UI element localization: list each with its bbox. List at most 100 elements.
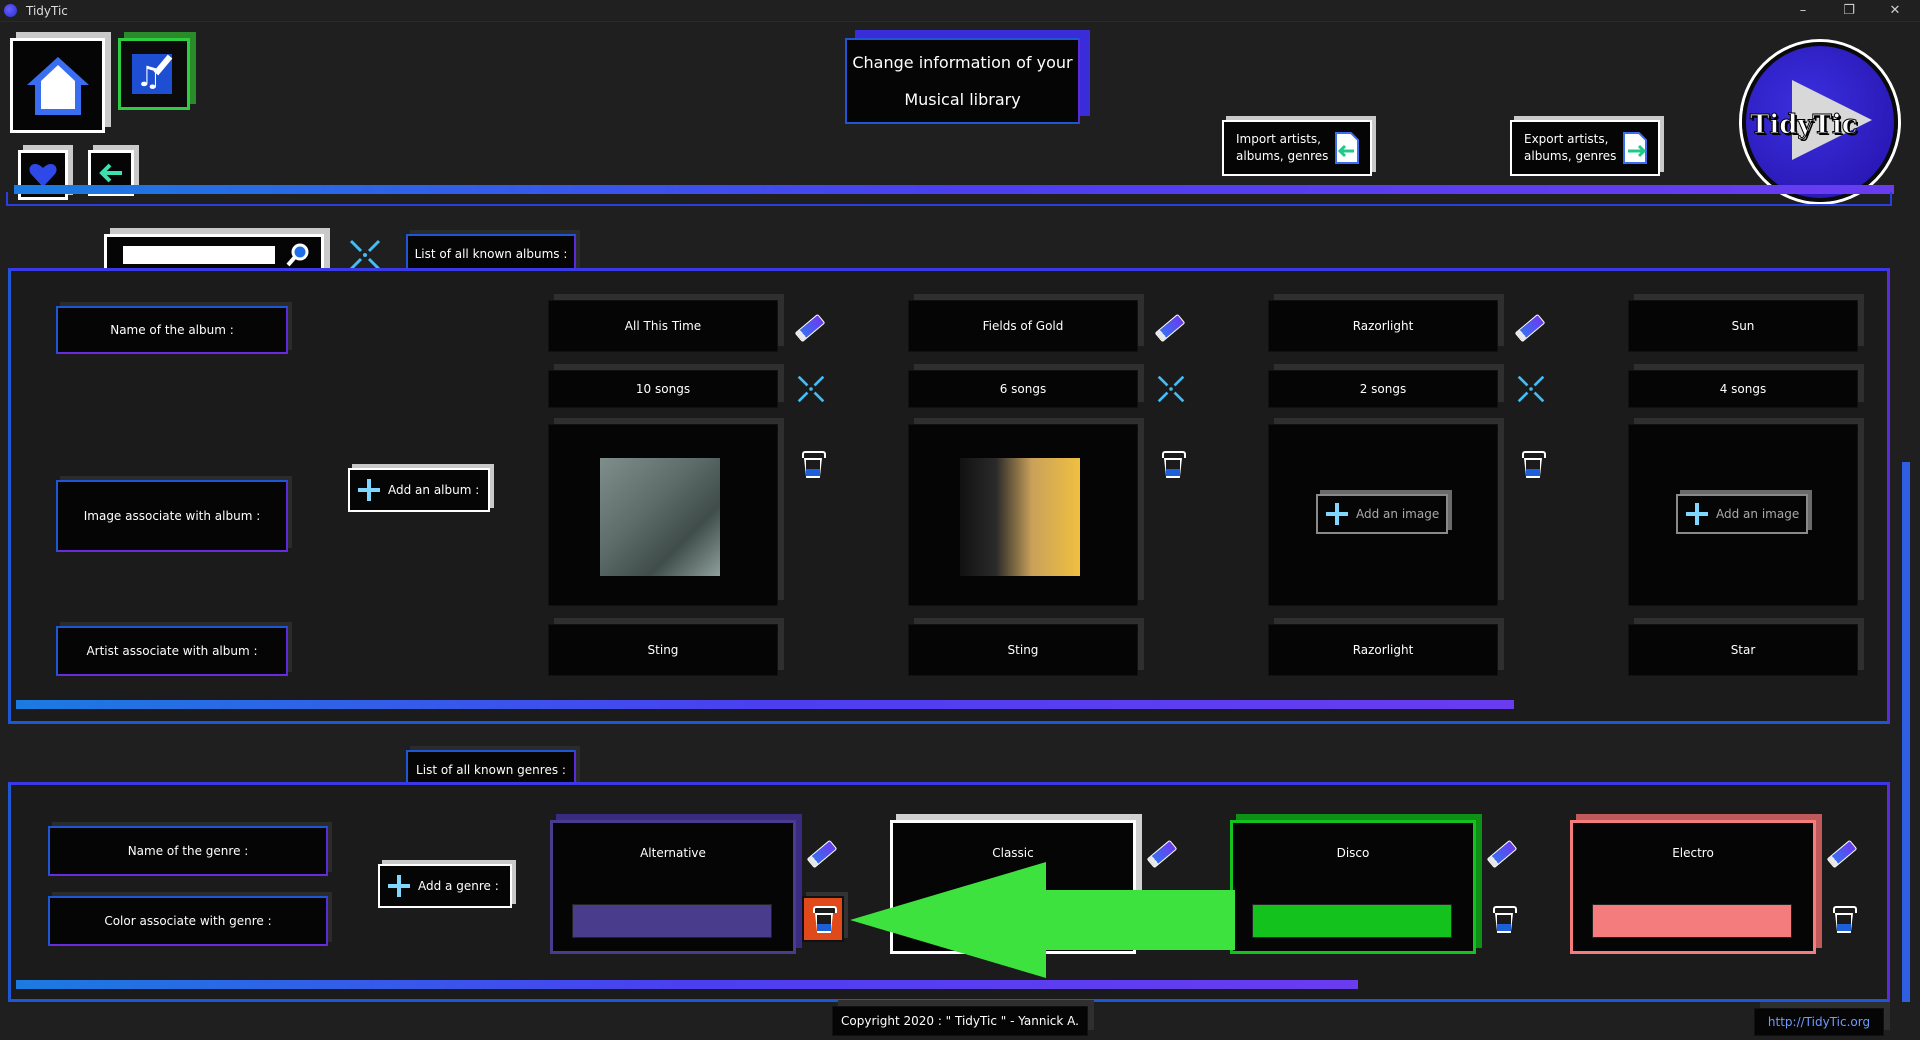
delete-album-button[interactable] xyxy=(1518,448,1546,480)
album-search-input[interactable] xyxy=(123,246,275,264)
export-label-line1: Export artists, xyxy=(1524,132,1609,146)
album-song-count: 10 songs xyxy=(548,370,778,408)
export-button[interactable]: Export artists, albums, genres xyxy=(1510,120,1660,176)
pencil-icon xyxy=(1486,839,1518,869)
genre-name: Alternative xyxy=(640,846,706,860)
add-album-label: Add an album : xyxy=(388,483,480,497)
plus-icon xyxy=(1686,503,1708,525)
trash-icon xyxy=(1492,906,1517,932)
website-link[interactable]: http://TidyTic.org xyxy=(1754,1008,1884,1036)
album-song-count: 2 songs xyxy=(1268,370,1498,408)
import-label-line2: albums, genres xyxy=(1236,149,1329,163)
back-arrow-icon xyxy=(99,163,122,183)
import-label: Import artists, albums, genres xyxy=(1236,131,1328,165)
edit-album-button[interactable] xyxy=(1154,312,1186,344)
album-name: Sun xyxy=(1628,300,1858,352)
expand-album-button[interactable] xyxy=(1516,374,1546,404)
album-artist: Sting xyxy=(548,624,778,676)
expand-album-button[interactable] xyxy=(796,374,826,404)
green-arrow-annotation xyxy=(850,862,1235,978)
album-cover-image xyxy=(960,458,1080,576)
genre-color-row-label: Color associate with genre : xyxy=(48,896,328,946)
trash-icon xyxy=(1521,451,1546,477)
delete-genre-button[interactable] xyxy=(1822,896,1864,942)
expand-icon xyxy=(1517,375,1545,403)
genre-name: Disco xyxy=(1336,846,1370,860)
logo-text: TidyTic xyxy=(1750,110,1859,141)
close-button[interactable]: ✕ xyxy=(1872,0,1918,22)
album-artist: Star xyxy=(1628,624,1858,676)
genre-name: Classic xyxy=(992,846,1034,860)
albums-scrollbar[interactable] xyxy=(16,700,1514,709)
add-image-label: Add an image xyxy=(1716,507,1800,521)
album-name: Fields of Gold xyxy=(908,300,1138,352)
album-cover-image xyxy=(600,458,720,576)
add-genre-label: Add a genre : xyxy=(418,879,499,893)
window-title: TidyTic xyxy=(26,4,68,18)
genre-color-swatch xyxy=(1252,904,1452,938)
album-artist: Razorlight xyxy=(1268,624,1498,676)
edit-album-button[interactable] xyxy=(794,312,826,344)
window-titlebar: TidyTic – ❐ ✕ xyxy=(0,0,1920,22)
edit-genre-button[interactable] xyxy=(1826,838,1858,870)
app-icon xyxy=(4,4,17,17)
import-button[interactable]: Import artists, albums, genres xyxy=(1222,120,1372,176)
import-file-icon xyxy=(1335,132,1359,164)
add-image-button[interactable]: Add an image xyxy=(1676,494,1808,534)
pencil-icon xyxy=(806,839,838,869)
pencil-icon xyxy=(1826,839,1858,869)
trash-icon xyxy=(1161,451,1186,477)
plus-icon xyxy=(388,875,410,897)
genre-color-swatch xyxy=(572,904,772,938)
edit-genre-button[interactable] xyxy=(1486,838,1518,870)
plus-icon xyxy=(1326,503,1348,525)
page-title-line2: Musical library xyxy=(904,90,1021,109)
search-icon[interactable] xyxy=(285,242,311,268)
edit-album-button[interactable] xyxy=(1514,312,1546,344)
genres-scrollbar[interactable] xyxy=(16,980,1358,989)
edit-genre-button[interactable] xyxy=(806,838,838,870)
home-button[interactable] xyxy=(10,38,105,133)
minimize-button[interactable]: – xyxy=(1780,0,1826,22)
expand-album-button[interactable] xyxy=(1156,374,1186,404)
add-image-label: Add an image xyxy=(1356,507,1440,521)
page-title-box: Change information of your Musical libra… xyxy=(845,38,1080,124)
header-frame xyxy=(6,192,1892,206)
album-song-count: 4 songs xyxy=(1628,370,1858,408)
album-artist-row-label: Artist associate with album : xyxy=(56,626,288,676)
import-label-line1: Import artists, xyxy=(1236,132,1321,146)
genre-name: Electro xyxy=(1672,846,1714,860)
album-song-count: 6 songs xyxy=(908,370,1138,408)
expand-icon xyxy=(1157,375,1185,403)
page-title-line1: Change information of your xyxy=(852,53,1073,72)
export-file-icon xyxy=(1623,132,1647,164)
trash-icon xyxy=(801,451,826,477)
delete-genre-button[interactable] xyxy=(1482,896,1524,942)
album-name-row-label: Name of the album : xyxy=(56,306,288,354)
add-genre-button[interactable]: Add a genre : xyxy=(378,864,512,908)
export-label-line2: albums, genres xyxy=(1524,149,1617,163)
maximize-button[interactable]: ❐ xyxy=(1826,0,1872,22)
delete-genre-button[interactable] xyxy=(802,896,844,942)
add-album-button[interactable]: Add an album : xyxy=(348,468,490,512)
music-library-button[interactable]: ♫ xyxy=(118,38,190,110)
album-artist: Sting xyxy=(908,624,1138,676)
copyright-text: Copyright 2020 : " TidyTic " - Yannick A… xyxy=(832,1006,1088,1036)
album-name: Razorlight xyxy=(1268,300,1498,352)
trash-icon xyxy=(812,906,837,932)
music-edit-icon: ♫ xyxy=(132,54,173,94)
home-icon xyxy=(26,56,89,115)
album-name: All This Time xyxy=(548,300,778,352)
delete-album-button[interactable] xyxy=(798,448,826,480)
add-image-button[interactable]: Add an image xyxy=(1316,494,1448,534)
genre-color-swatch xyxy=(1592,904,1792,938)
vertical-scrollbar[interactable] xyxy=(1902,462,1910,1002)
plus-icon xyxy=(358,479,380,501)
export-label: Export artists, albums, genres xyxy=(1524,131,1616,165)
delete-album-button[interactable] xyxy=(1158,448,1186,480)
expand-icon xyxy=(797,375,825,403)
pencil-icon xyxy=(794,313,826,343)
collapse-albums-icon[interactable] xyxy=(348,238,382,272)
pencil-icon xyxy=(1514,313,1546,343)
tidytic-logo: TidyTic xyxy=(1742,42,1898,202)
